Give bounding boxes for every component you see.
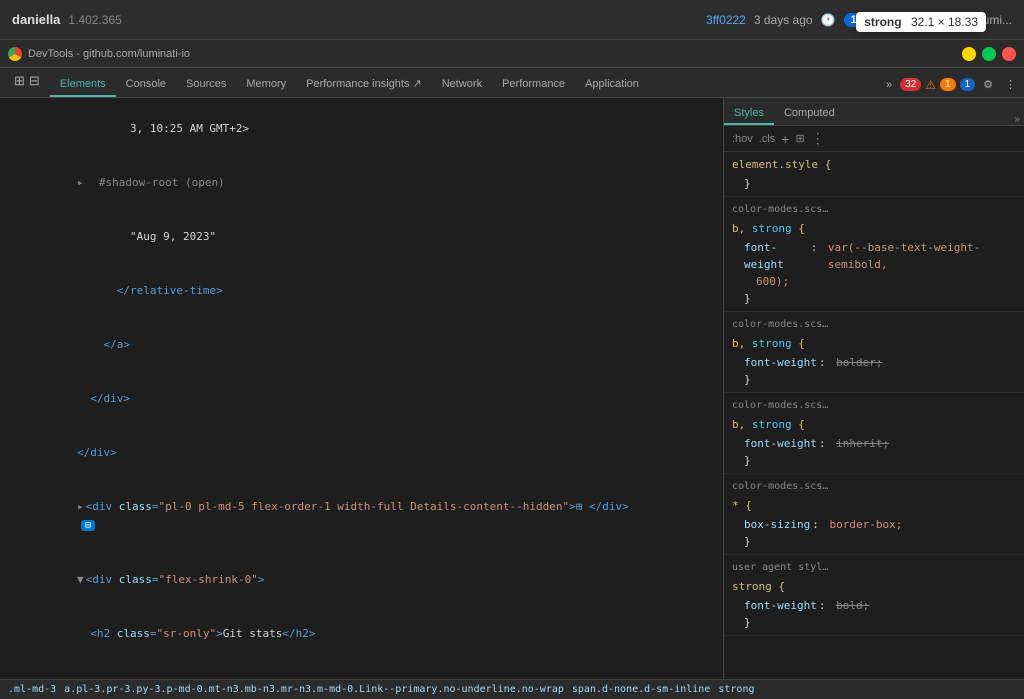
devtools-statusbar: .ml-md-3 a.pl-3.pr-3.py-3.p-md-0.mt-n3.m…: [0, 679, 1024, 699]
warning-icon: ⚠: [925, 78, 936, 92]
devtools-main: 3, 10:25 AM GMT+2> ▸ #shadow-root (open)…: [0, 98, 1024, 679]
style-prop-line: font-weight: bolder;: [732, 354, 1016, 371]
tooltip-dims: 32.1 × 18.33: [911, 15, 978, 29]
style-selector: * {: [732, 497, 1016, 514]
clock-icon: 🕐: [821, 13, 836, 27]
style-prop-line: font-weight: bold;: [732, 597, 1016, 614]
style-rule-element: element.style { }: [724, 152, 1024, 197]
tab-sources[interactable]: Sources: [176, 73, 236, 97]
tooltip-tag: strong: [864, 15, 901, 29]
tab-performance-insights[interactable]: Performance insights ↗: [296, 72, 432, 97]
hover-filter[interactable]: :hov: [732, 133, 753, 145]
html-line: </a>: [0, 318, 723, 372]
style-rule-2: color-modes.scs… b, strong { font-weight…: [724, 312, 1024, 393]
settings-button[interactable]: ⚙: [979, 76, 997, 93]
style-selector: b, strong {: [732, 335, 1016, 352]
tab-computed[interactable]: Computed: [774, 103, 845, 125]
breadcrumb-span[interactable]: span.d-none.d-sm-inline: [572, 684, 710, 695]
cls-filter[interactable]: .cls: [759, 133, 776, 145]
info-count: 1: [960, 78, 976, 91]
style-selector: b, strong {: [732, 416, 1016, 433]
tab-performance[interactable]: Performance: [492, 73, 575, 97]
html-line: </div>: [0, 426, 723, 480]
style-source: color-modes.scs…: [732, 201, 1016, 218]
error-count: 32: [900, 78, 921, 91]
devtools-title: DevTools - github.com/luminati-io: [28, 48, 956, 60]
commit-hash[interactable]: 3ff0222: [706, 13, 746, 27]
styles-toolbar: :hov .cls + ⊞ ⋮: [724, 126, 1024, 152]
html-line: "Aug 9, 2023": [0, 210, 723, 264]
style-selector: element.style {: [732, 156, 1016, 173]
breadcrumb-strong[interactable]: strong: [718, 684, 754, 695]
tab-memory[interactable]: Memory: [236, 73, 296, 97]
style-source: user agent styl…: [732, 559, 1016, 576]
style-rule-4: color-modes.scs… * { box-sizing: border-…: [724, 474, 1024, 555]
add-rule-button[interactable]: +: [781, 131, 789, 147]
style-prop-line: box-sizing: border-box;: [732, 516, 1016, 533]
style-source: color-modes.scs…: [732, 397, 1016, 414]
style-source: color-modes.scs…: [732, 316, 1016, 333]
html-line: 3, 10:25 AM GMT+2>: [0, 102, 723, 156]
html-panel[interactable]: 3, 10:25 AM GMT+2> ▸ #shadow-root (open)…: [0, 98, 724, 679]
tab-console[interactable]: Console: [116, 73, 176, 97]
style-prop-line-cont: 600);: [732, 273, 1016, 290]
style-rule-useragent: user agent styl… strong { font-weight: b…: [724, 555, 1024, 636]
repo-name: daniella: [12, 12, 60, 27]
chrome-icon: [8, 47, 22, 61]
minimize-button[interactable]: —: [962, 47, 976, 61]
html-line: ▼<ul class="list-style-none d-flex">flex: [0, 661, 723, 679]
tab-styles[interactable]: Styles: [724, 103, 774, 125]
time-ago: 3 days ago: [754, 13, 813, 27]
warning-count: 1: [940, 78, 956, 91]
style-close-brace: }: [732, 175, 1016, 192]
style-selector: b, strong {: [732, 220, 1016, 237]
style-prop-line: font-weight: inherit;: [732, 435, 1016, 452]
html-line: ▸<div class="pl-0 pl-md-5 flex-order-1 w…: [0, 480, 723, 553]
maximize-button[interactable]: □: [982, 47, 996, 61]
style-close-brace: }: [732, 533, 1016, 550]
inspect-button[interactable]: ⊞: [795, 132, 804, 145]
styles-content[interactable]: element.style { } color-modes.scs… b, st…: [724, 152, 1024, 679]
more-options-button[interactable]: ⋮: [1001, 76, 1020, 93]
devtools-window: DevTools - github.com/luminati-io — □ ✕ …: [0, 40, 1024, 699]
html-line: <h2 class="sr-only">Git stats</h2>: [0, 607, 723, 661]
more-filter-button[interactable]: ⋮: [811, 130, 825, 147]
devtools-titlebar: DevTools - github.com/luminati-io — □ ✕: [0, 40, 1024, 68]
style-prop-line: font-weight: var(--base-text-weight-semi…: [732, 239, 1016, 273]
breadcrumb-ml-md-3[interactable]: .ml-md-3: [8, 684, 56, 695]
html-line: ▸ #shadow-root (open): [0, 156, 723, 210]
style-close-brace: }: [732, 371, 1016, 388]
html-line: </relative-time>: [0, 264, 723, 318]
style-rule-3: color-modes.scs… b, strong { font-weight…: [724, 393, 1024, 474]
tab-elements[interactable]: Elements: [50, 73, 116, 97]
style-selector: strong {: [732, 578, 1016, 595]
element-tooltip: strong 32.1 × 18.33: [856, 12, 986, 32]
repo-version: 1.402.365: [68, 13, 121, 27]
more-tabs-button[interactable]: »: [882, 77, 896, 93]
devtools-tab-extras: » 32 ⚠ 1 1 ⚙ ⋮: [882, 76, 1020, 97]
close-button[interactable]: ✕: [1002, 47, 1016, 61]
style-source: color-modes.scs…: [732, 478, 1016, 495]
tab-application[interactable]: Application: [575, 73, 649, 97]
style-close-brace: }: [732, 290, 1016, 307]
style-close-brace: }: [732, 614, 1016, 631]
style-rule-1: color-modes.scs… b, strong { font-weight…: [724, 197, 1024, 312]
tab-network[interactable]: Network: [432, 73, 492, 97]
more-styles-button[interactable]: »: [1010, 114, 1024, 125]
style-close-brace: }: [732, 452, 1016, 469]
devtools-tabs: ⊞ ⊟ Elements Console Sources Memory Perf…: [0, 68, 1024, 98]
styles-extras: »: [1010, 114, 1024, 125]
styles-panel: Styles Computed » :hov .cls + ⊞ ⋮ elemen…: [724, 98, 1024, 679]
styles-tabs: Styles Computed »: [724, 98, 1024, 126]
html-line: </div>: [0, 372, 723, 426]
topbar-left: daniella 1.402.365: [12, 12, 694, 27]
breadcrumb-a[interactable]: a.pl-3.pr-3.py-3.p-md-0.mt-n3.mb-n3.mr-n…: [64, 684, 564, 695]
tab-cursor-icons: ⊞ ⊟: [4, 68, 50, 97]
window-controls: — □ ✕: [962, 47, 1016, 61]
html-line: ▼<div class="flex-shrink-0">: [0, 553, 723, 607]
